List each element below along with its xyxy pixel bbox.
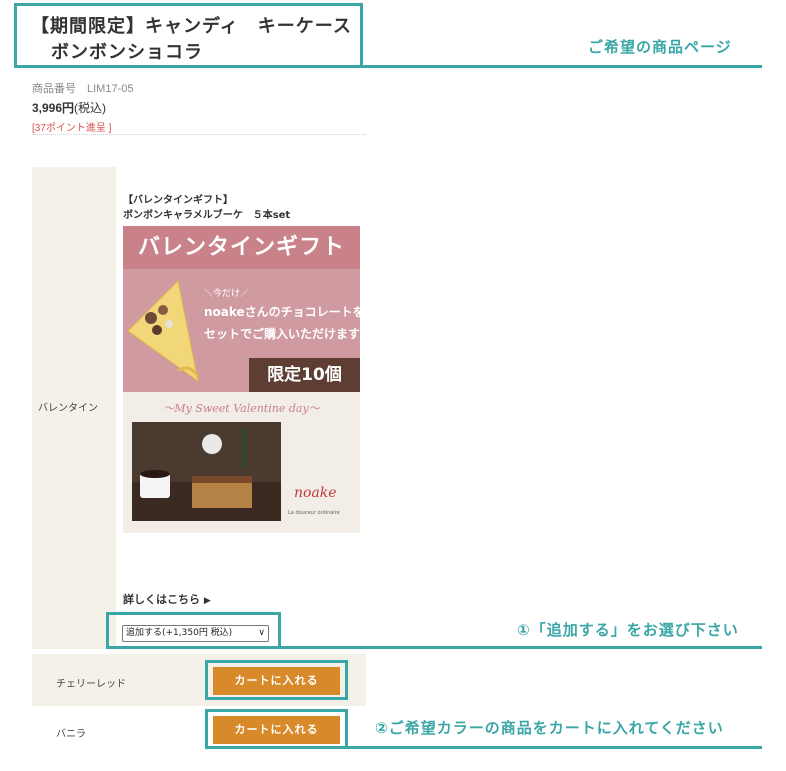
annotation-page-label: ご希望の商品ページ	[588, 38, 732, 56]
product-title-line2: ボンボンショコラ	[51, 42, 203, 63]
gift-banner-image: バレンタインギフト ＼今だけ／ noakeさんのチョコレートを セットでご購入い…	[123, 226, 360, 533]
variant-name-2: バニラ	[56, 729, 86, 740]
gift-title: 【バレンタインギフト】 ボンボンキャラメルブーケ ５本set	[123, 195, 291, 221]
option-label: バレンタイン	[38, 403, 98, 414]
annotation-rule-2	[106, 646, 762, 649]
banner-line-1: noakeさんのチョコレートを	[204, 305, 360, 319]
annotation-rule-3	[205, 746, 762, 749]
annotation-step1: ①「追加する」をお選び下さい	[517, 621, 739, 639]
banner-now-text: ＼今だけ／	[204, 289, 250, 299]
details-link[interactable]: 詳しくはこちら ▶	[123, 591, 211, 607]
annotation-rule-1	[14, 65, 762, 68]
banner-script-text: 〜My Sweet Valentine day〜	[163, 402, 320, 415]
product-points: [37ポイント進呈 ]	[32, 123, 112, 134]
annotation-step2: ②ご希望カラーの商品をカートに入れてください	[375, 719, 724, 737]
banner-limit-badge: 限定10個	[249, 358, 360, 392]
play-arrow-icon: ▶	[203, 596, 211, 606]
variant-name-1: チェリーレッド	[56, 679, 126, 690]
cafe-photo	[132, 422, 281, 521]
banner-line-2: セットでご購入いただけます	[204, 327, 360, 341]
brand-subtitle: La douceur ordinaire	[288, 510, 340, 516]
brand-logo: noake	[294, 485, 337, 501]
banner-heading: バレンタインギフト	[123, 226, 360, 269]
product-price: 3,996円(税込)	[32, 101, 107, 115]
add-to-cart-button-1[interactable]: カートに入れる	[213, 667, 340, 695]
product-code: 商品番号 LIM17-05	[32, 83, 134, 95]
chevron-down-icon: ∨	[258, 628, 265, 638]
chocolate-bouquet-illustration	[127, 279, 200, 383]
product-title-highlight: 【期間限定】キャンディ キーケース ボンボンショコラ	[14, 3, 363, 68]
add-to-cart-button-2[interactable]: カートに入れる	[213, 716, 340, 744]
divider	[32, 134, 366, 135]
add-option-select[interactable]: 追加する(+1,350円 税込) ∨	[122, 625, 269, 642]
product-title-line1: 【期間限定】キャンディ キーケース	[31, 16, 352, 37]
